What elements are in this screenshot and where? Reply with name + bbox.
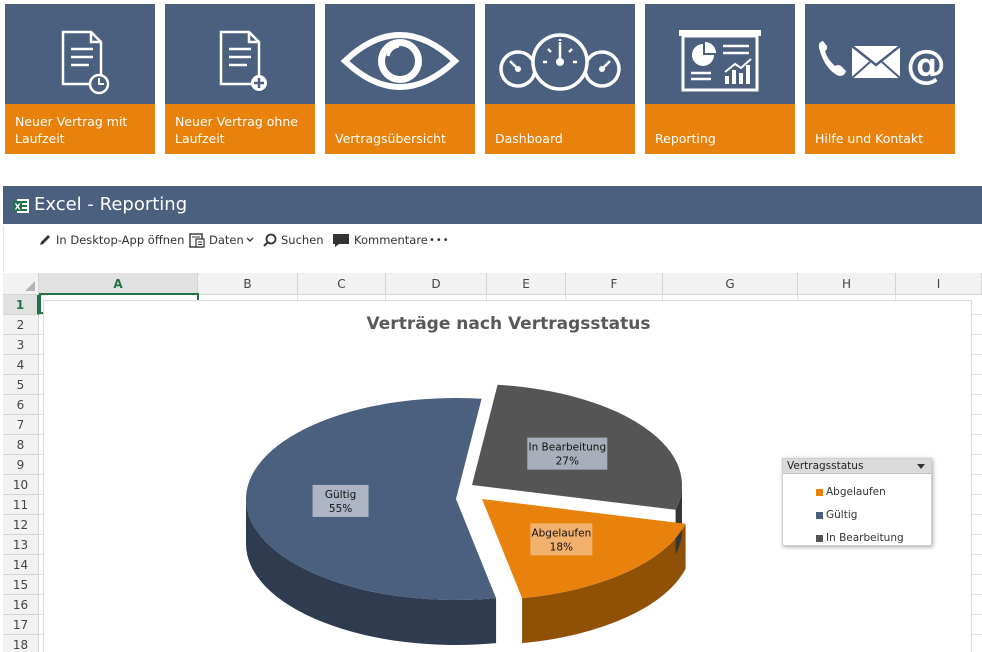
tile-label: Neuer Vertrag mit Laufzeit [5,104,155,154]
column-header-a[interactable]: A [39,273,198,295]
data-label-name: In Bearbeitung [528,442,606,454]
tile-icon-area [645,4,795,104]
search-label: Suchen [281,233,324,247]
tile-icon-area [5,4,155,104]
row-header-7[interactable]: 7 [3,415,39,435]
row-header-10[interactable]: 10 [3,475,39,495]
row-header-16[interactable]: 16 [3,595,39,615]
tile-dashboard[interactable]: Dashboard [485,4,635,154]
legend-swatch [816,511,823,519]
row-header-2[interactable]: 2 [3,315,39,335]
row-header-6[interactable]: 6 [3,395,39,415]
search-icon [263,233,277,247]
document-plus-icon [219,30,267,91]
data-label-value: 27% [556,456,579,468]
row-header-14[interactable]: 14 [3,555,39,575]
svg-text:X: X [15,203,22,212]
tile-new-contract-with-term[interactable]: Neuer Vertrag mit Laufzeit [5,4,155,154]
tile-label: Vertragsübersicht [325,104,475,154]
tile-icon-area [165,4,315,104]
tile-label: Reporting [645,104,795,154]
excel-title: Excel - Reporting [34,194,188,215]
tile-icon-area: @ [805,4,955,104]
legend-item: Gültig [816,509,857,521]
column-header-b[interactable]: B [198,273,298,295]
legend-header[interactable]: Vertragsstatus [783,459,931,474]
legend-title: Vertragsstatus [787,460,864,472]
legend-item: Abgelaufen [816,486,886,498]
row-header-13[interactable]: 13 [3,535,39,555]
row-header-12[interactable]: 12 [3,515,39,535]
svg-text:@: @ [906,42,946,88]
search-button[interactable]: Suchen [263,231,324,249]
column-header-f[interactable]: F [566,273,663,295]
data-menu-button[interactable]: Daten [189,231,258,249]
data-icon [189,232,205,248]
phone-mail-at-icon: @ [818,41,946,88]
tile-contract-overview[interactable]: Vertragsübersicht [325,4,475,154]
legend-item-label: Abgelaufen [826,486,886,498]
row-header-5[interactable]: 5 [3,375,39,395]
row-header-15[interactable]: 15 [3,575,39,595]
legend-swatch [816,488,823,496]
comment-icon [333,233,349,247]
tile-label: Hilfe und Kontakt [805,104,955,154]
column-header-i[interactable]: I [896,273,982,295]
row-header-8[interactable]: 8 [3,435,39,455]
dropdown-caret-icon[interactable] [917,464,925,469]
legend-item-label: In Bearbeitung [826,532,904,544]
presentation-chart-icon [679,30,761,92]
comments-label: Kommentare [354,233,428,247]
eye-icon [340,32,460,90]
column-header-g[interactable]: G [663,273,798,295]
column-header-e[interactable]: E [487,273,566,295]
open-in-desktop-app-label: In Desktop-App öffnen [56,233,185,247]
row-header-11[interactable]: 11 [3,495,39,515]
legend-swatch [816,534,823,542]
tile-new-contract-without-term[interactable]: Neuer Vertrag ohne Laufzeit [165,4,315,154]
legend-item-label: Gültig [826,509,858,521]
chart-legend[interactable]: Vertragsstatus Abgelaufen Gültig In Bear… [782,458,932,546]
select-all-corner[interactable] [3,273,39,295]
document-clock-icon [61,30,110,95]
row-header-9[interactable]: 9 [3,455,39,475]
data-label-value: 55% [329,503,352,515]
tile-help-contact[interactable]: @ Hilfe und Kontakt [805,4,955,154]
comments-button[interactable]: Kommentare [332,231,428,249]
open-in-desktop-app-button[interactable]: In Desktop-App öffnen [38,231,184,249]
excel-title-bar: X Excel - Reporting [3,186,982,224]
excel-logo-icon: X [13,199,29,213]
data-menu-label: Daten [209,233,244,247]
chevron-down-icon [246,237,254,242]
data-label-value: 18% [550,541,573,553]
pie-chart[interactable]: Verträge nach Vertragsstatus Gültig 55% In… [43,300,972,652]
pencil-icon [40,235,50,245]
more-options-button[interactable]: ••• [429,231,450,249]
column-header-c[interactable]: C [298,273,386,295]
tile-label: Dashboard [485,104,635,154]
row-header-4[interactable]: 4 [3,355,39,375]
column-header-d[interactable]: D [386,273,487,295]
row-header-3[interactable]: 3 [3,335,39,355]
column-header-h[interactable]: H [798,273,896,295]
excel-toolbar: In Desktop-App öffnen Daten Suchen Komme… [3,226,982,272]
data-label-name: Abgelaufen [531,527,591,539]
legend-item: In Bearbeitung [816,532,904,544]
data-label-name: Gültig [325,489,356,501]
tile-icon-area [325,4,475,104]
row-header-18[interactable]: 18 [3,635,39,652]
tile-icon-area [485,4,635,104]
tile-label: Neuer Vertrag ohne Laufzeit [165,104,315,154]
gauges-icon [499,33,621,91]
row-header-1[interactable]: 1 [3,295,39,315]
row-header-17[interactable]: 17 [3,615,39,635]
tile-reporting[interactable]: Reporting [645,4,795,154]
